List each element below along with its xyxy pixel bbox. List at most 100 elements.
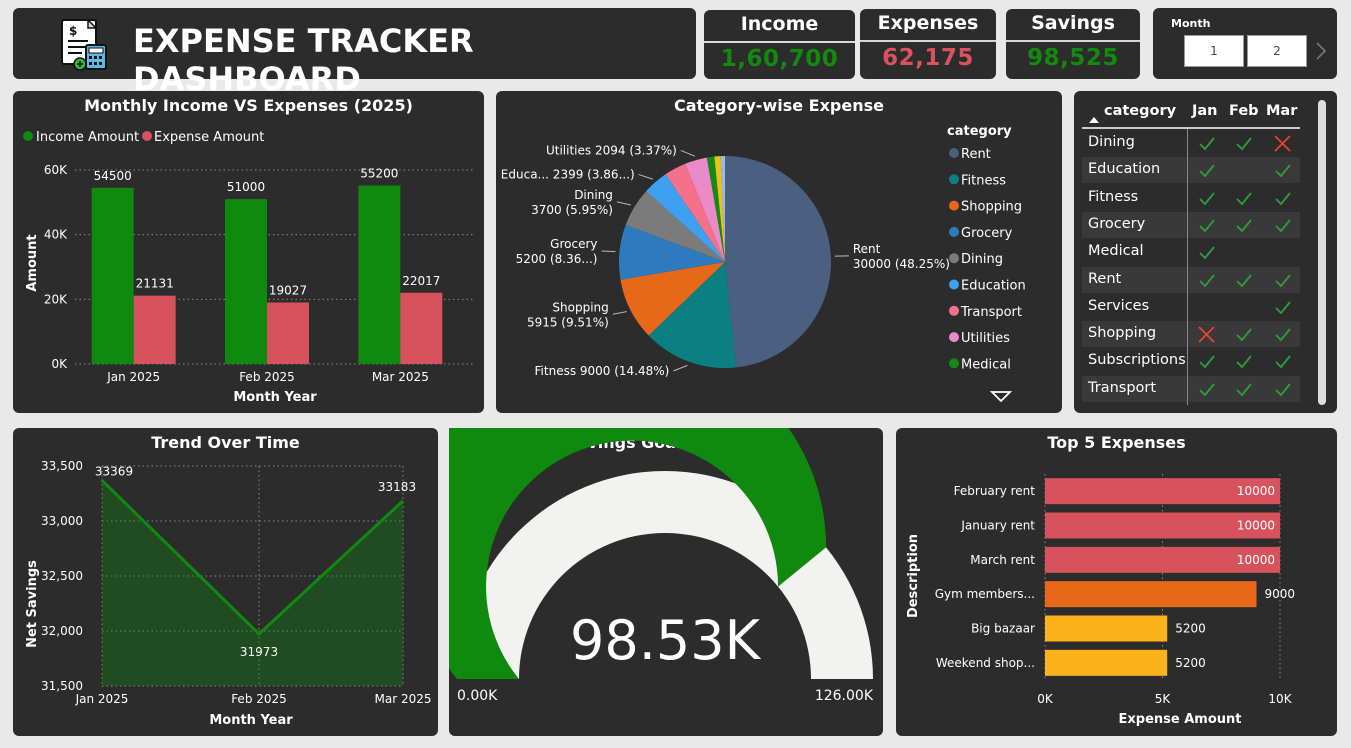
pie-data-label: Fitness 9000 (14.48%) <box>535 364 670 378</box>
x-tick-label: 5K <box>1155 692 1172 706</box>
legend-label: Medical <box>961 357 1011 372</box>
matrix-row-label: Transport <box>1088 379 1157 396</box>
legend-marker <box>949 279 959 290</box>
matrix-row: Transport <box>1082 375 1300 402</box>
bar-expense <box>267 302 309 364</box>
trend-data-label: 31973 <box>240 645 278 659</box>
matrix-row: Grocery <box>1082 211 1300 238</box>
bar <box>1045 649 1168 676</box>
bar-data-label: 19027 <box>269 283 307 297</box>
x-tick-label: Mar 2025 <box>375 692 432 706</box>
x-tick-label: Mar 2025 <box>372 370 429 384</box>
pie-leader-line <box>680 149 696 157</box>
kpi-expenses-label: Expenses <box>877 12 979 34</box>
bar-data-label: 51000 <box>227 180 265 194</box>
bar-data-label: 5200 <box>1175 622 1206 636</box>
check-icon <box>1236 355 1252 369</box>
y-tick-label: 33,000 <box>41 514 83 528</box>
page-title: EXPENSE TRACKER DASHBOARD <box>133 22 474 98</box>
pie-leader-line <box>638 174 653 180</box>
y-tick-label: March rent <box>970 553 1035 567</box>
matrix-header-mar[interactable]: Mar <box>1266 103 1297 119</box>
bar-data-label: 21131 <box>136 277 174 291</box>
check-icon <box>1275 301 1291 315</box>
pie-data-label: Rent <box>853 242 881 256</box>
legend-marker <box>949 148 959 158</box>
bar-data-label: 55200 <box>360 167 398 181</box>
pie-leader-line <box>616 201 632 206</box>
legend-label: Education <box>961 279 1026 294</box>
monthly-chart: Income Amount Expense Amount Amount Mont… <box>23 130 475 405</box>
legend-marker <box>949 358 959 369</box>
chevron-right-icon[interactable] <box>1315 41 1327 61</box>
check-icon <box>1199 355 1215 369</box>
legend-label-expense: Expense Amount <box>154 130 264 145</box>
gauge-max-label: 126.00K <box>815 688 874 704</box>
matrix-header-jan[interactable]: Jan <box>1192 103 1218 119</box>
savings-gauge: 98.53K 0.00K 126.00K <box>449 428 874 704</box>
matrix-row-label: Fitness <box>1088 188 1139 205</box>
cross-icon <box>1274 135 1291 152</box>
kpi-income: Income 1,60,700 <box>704 10 855 79</box>
check-icon <box>1275 164 1291 178</box>
pie-data-label: Educa... 2399 (3.86...) <box>501 168 635 182</box>
trend-ylabel: Net Savings <box>25 560 40 648</box>
legend-scroll-down-icon[interactable] <box>989 391 1013 403</box>
matrix-row-label: Grocery <box>1088 215 1146 232</box>
pie-legend-title: category <box>947 124 1012 139</box>
bar-data-label: 10000 <box>1237 519 1275 533</box>
trend-xlabel: Month Year <box>209 713 293 728</box>
legend-label-income: Income Amount <box>36 130 139 145</box>
matrix-row: Education <box>1082 157 1300 184</box>
top5-chart-panel: Top 5 Expenses Description Expense Amoun… <box>896 428 1337 736</box>
x-tick-label: Jan 2025 <box>75 692 129 706</box>
month-option-1[interactable]: 1 <box>1184 35 1244 67</box>
y-tick-label: January rent <box>960 519 1035 533</box>
bar <box>1045 615 1168 642</box>
legend-label: Grocery <box>961 226 1013 241</box>
check-icon <box>1275 192 1291 205</box>
x-tick-label: Feb 2025 <box>231 692 287 706</box>
bar-income <box>225 199 267 364</box>
matrix-scrollbar[interactable] <box>1318 100 1326 405</box>
month-slicer-label: Month <box>1171 17 1211 30</box>
y-tick-label: Big bazaar <box>971 622 1035 636</box>
monthly-ylabel: Amount <box>25 234 40 291</box>
trend-area-chart: Net Savings Month Year 31,500 32,000 32,50… <box>25 459 432 728</box>
month-slicer: Month 1 2 <box>1153 8 1337 79</box>
category-matrix-panel: category Jan Feb Mar Dining Education Fitn… <box>1074 91 1337 413</box>
category-chart-panel: Category-wise Expense Rent 30000 (48.25%)… <box>496 91 1062 413</box>
check-icon <box>1275 328 1291 342</box>
check-icon <box>1236 273 1252 287</box>
x-tick-label: Jan 2025 <box>106 370 160 384</box>
bar-data-label: 9000 <box>1265 587 1296 601</box>
matrix-column-divider <box>1187 129 1188 405</box>
matrix-header-category[interactable]: category <box>1104 103 1176 119</box>
pie-data-label: Grocery <box>550 237 597 251</box>
matrix-header-feb[interactable]: Feb <box>1229 103 1259 119</box>
kpi-expenses-value: 62,175 <box>882 45 974 71</box>
legend-marker <box>949 226 959 237</box>
legend-label: Dining <box>961 252 1003 267</box>
legend-marker <box>949 174 959 185</box>
cross-icon <box>1198 326 1215 343</box>
bar-data-label: 10000 <box>1237 484 1275 498</box>
invoice-calculator-icon: $ <box>61 18 107 71</box>
matrix-row-label: Dining <box>1088 134 1135 150</box>
y-tick-label: 20K <box>44 292 68 306</box>
sort-ascending-icon[interactable] <box>1088 116 1100 124</box>
kpi-savings: Savings 98,525 <box>1006 9 1140 79</box>
matrix-row: Dining <box>1082 130 1300 156</box>
kpi-income-label: Income <box>740 13 819 35</box>
monthly-chart-panel: Monthly Income VS Expenses (2025) Income… <box>13 91 484 413</box>
pie-data-label: Dining <box>574 188 613 202</box>
top5-ylabel: Description <box>906 534 921 618</box>
matrix-row: Rent <box>1082 266 1300 293</box>
check-icon <box>1199 137 1215 151</box>
y-tick-label: 32,500 <box>41 569 83 583</box>
legend-label: Transport <box>960 305 1022 320</box>
matrix-row: Fitness <box>1082 185 1300 211</box>
y-tick-label: February rent <box>954 484 1036 498</box>
x-tick-label: 0K <box>1037 692 1054 706</box>
month-option-2[interactable]: 2 <box>1247 35 1307 67</box>
